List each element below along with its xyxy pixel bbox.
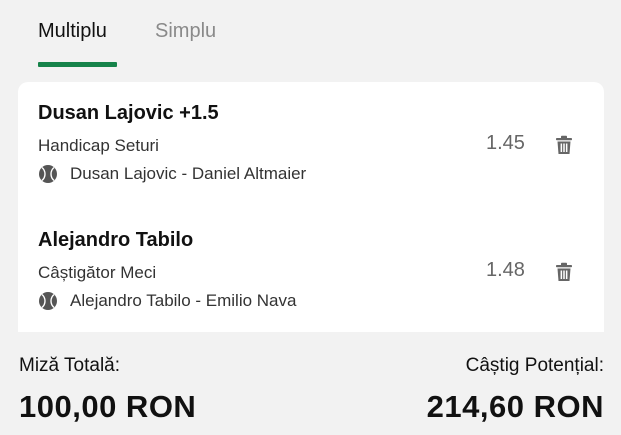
bet-event: Dusan Lajovic - Daniel Altmaier — [70, 164, 307, 183]
betslip-card: Dusan Lajovic +1.5 Handicap Seturi Dusan… — [18, 82, 604, 332]
tennis-ball-icon — [39, 165, 57, 183]
trash-icon[interactable] — [553, 261, 575, 283]
total-stake-value: 100,00 RON — [19, 389, 197, 424]
bet-odds: 1.45 — [486, 132, 525, 154]
bet-selection: Alejandro Tabilo — [38, 229, 194, 251]
bet-market: Câștigător Meci — [38, 263, 157, 282]
bet-market: Handicap Seturi — [38, 136, 159, 155]
active-tab-indicator — [38, 62, 117, 67]
potential-win-value: 214,60 RON — [426, 389, 604, 424]
betslip-tabs: Multiplu Simplu — [0, 0, 621, 70]
trash-icon[interactable] — [553, 134, 575, 156]
bet-selection: Dusan Lajovic +1.5 — [38, 102, 219, 124]
bet-event: Alejandro Tabilo - Emilio Nava — [70, 291, 297, 310]
bet-item: Alejandro Tabilo Câștigător Meci Alejand… — [18, 227, 604, 332]
potential-win-label: Câștig Potențial: — [465, 355, 604, 376]
bet-item: Dusan Lajovic +1.5 Handicap Seturi Dusan… — [18, 100, 604, 210]
tab-multiplu[interactable]: Multiplu — [38, 20, 107, 43]
bet-event-row: Alejandro Tabilo - Emilio Nava — [38, 290, 296, 312]
bet-event-row: Dusan Lajovic - Daniel Altmaier — [38, 163, 306, 185]
tab-simplu[interactable]: Simplu — [155, 20, 216, 43]
tennis-ball-icon — [39, 292, 57, 310]
bet-odds: 1.48 — [486, 259, 525, 281]
total-stake-label: Miză Totală: — [19, 355, 121, 376]
